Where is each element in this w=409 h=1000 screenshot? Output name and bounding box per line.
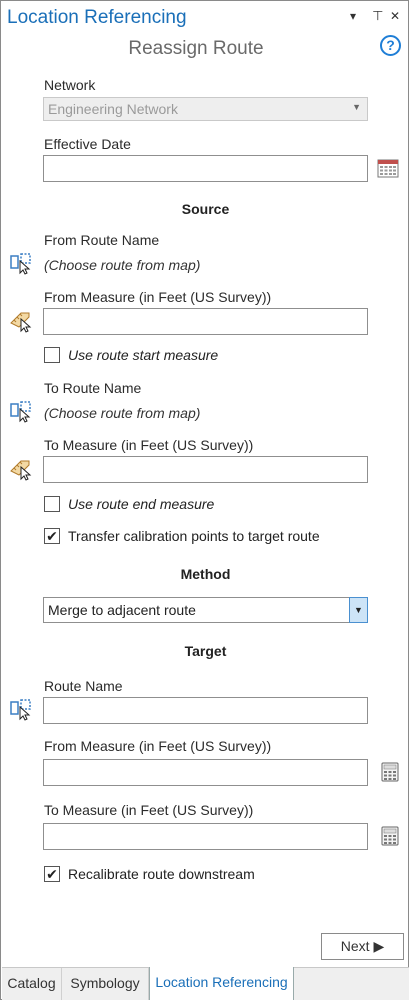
to-route-value: (Choose route from map) (44, 405, 201, 421)
calculator-icon[interactable] (381, 826, 399, 846)
to-route-label: To Route Name (44, 380, 142, 396)
next-button[interactable]: Next ▶ (321, 933, 404, 960)
target-to-measure-label: To Measure (in Feet (US Survey)) (44, 802, 254, 818)
tab-catalog[interactable]: Catalog (2, 968, 62, 1000)
method-heading: Method (180, 566, 231, 582)
target-to-measure-input[interactable] (43, 823, 368, 850)
tab-symbology[interactable]: Symbology (62, 968, 149, 1000)
location-referencing-pane: Location Referencing ▾ ⊥ ✕ Reassign Rout… (0, 0, 409, 1000)
network-label: Network (44, 77, 96, 93)
calendar-icon[interactable] (377, 157, 399, 179)
transfer-calibration-label: Transfer calibration points to target ro… (68, 528, 320, 544)
target-route-input[interactable] (43, 697, 368, 724)
help-icon[interactable]: ? (380, 35, 401, 56)
route-select-icon[interactable] (9, 400, 33, 424)
pin-icon[interactable]: ⊥ (372, 7, 383, 23)
method-select[interactable]: Merge to adjacent route ▼ (43, 597, 368, 623)
method-value: Merge to adjacent route (48, 602, 196, 618)
effective-date-input[interactable] (43, 155, 368, 182)
recalibrate-checkbox[interactable]: ✔ (44, 866, 60, 882)
tab-location-referencing[interactable]: Location Referencing (149, 967, 294, 1000)
network-select: Engineering Network ▼ (43, 97, 368, 121)
pane-tab-bar: Catalog Symbology Location Referencing (2, 967, 409, 1000)
target-heading: Target (184, 643, 227, 659)
from-route-label: From Route Name (44, 232, 160, 248)
network-value: Engineering Network (48, 101, 178, 117)
route-select-icon[interactable] (9, 252, 33, 276)
to-measure-label: To Measure (in Feet (US Survey)) (44, 437, 254, 453)
use-start-measure-label: Use route start measure (68, 347, 219, 363)
source-heading: Source (181, 201, 230, 217)
tool-title: Reassign Route (128, 38, 264, 59)
use-end-measure-label: Use route end measure (68, 496, 215, 512)
target-from-measure-input[interactable] (43, 759, 368, 786)
use-start-measure-checkbox[interactable] (44, 347, 60, 363)
from-route-value: (Choose route from map) (44, 257, 201, 273)
use-end-measure-checkbox[interactable] (44, 496, 60, 512)
recalibrate-label: Recalibrate route downstream (68, 866, 255, 882)
transfer-calibration-checkbox[interactable]: ✔ (44, 528, 60, 544)
measure-pick-icon[interactable] (9, 309, 33, 333)
chevron-down-icon: ▼ (352, 102, 361, 112)
close-icon[interactable]: ✕ (390, 9, 400, 23)
chevron-down-icon[interactable]: ▼ (349, 597, 368, 623)
pane-title: Location Referencing (7, 7, 187, 28)
effective-date-label: Effective Date (44, 136, 131, 152)
target-route-label: Route Name (44, 678, 123, 694)
pane-options-icon[interactable]: ▾ (350, 9, 356, 23)
from-measure-label: From Measure (in Feet (US Survey)) (44, 289, 272, 305)
from-measure-input[interactable] (43, 308, 368, 335)
to-measure-input[interactable] (43, 456, 368, 483)
measure-pick-icon[interactable] (9, 457, 33, 481)
route-select-icon[interactable] (9, 698, 33, 722)
target-from-measure-label: From Measure (in Feet (US Survey)) (44, 738, 272, 754)
calculator-icon[interactable] (381, 762, 399, 782)
